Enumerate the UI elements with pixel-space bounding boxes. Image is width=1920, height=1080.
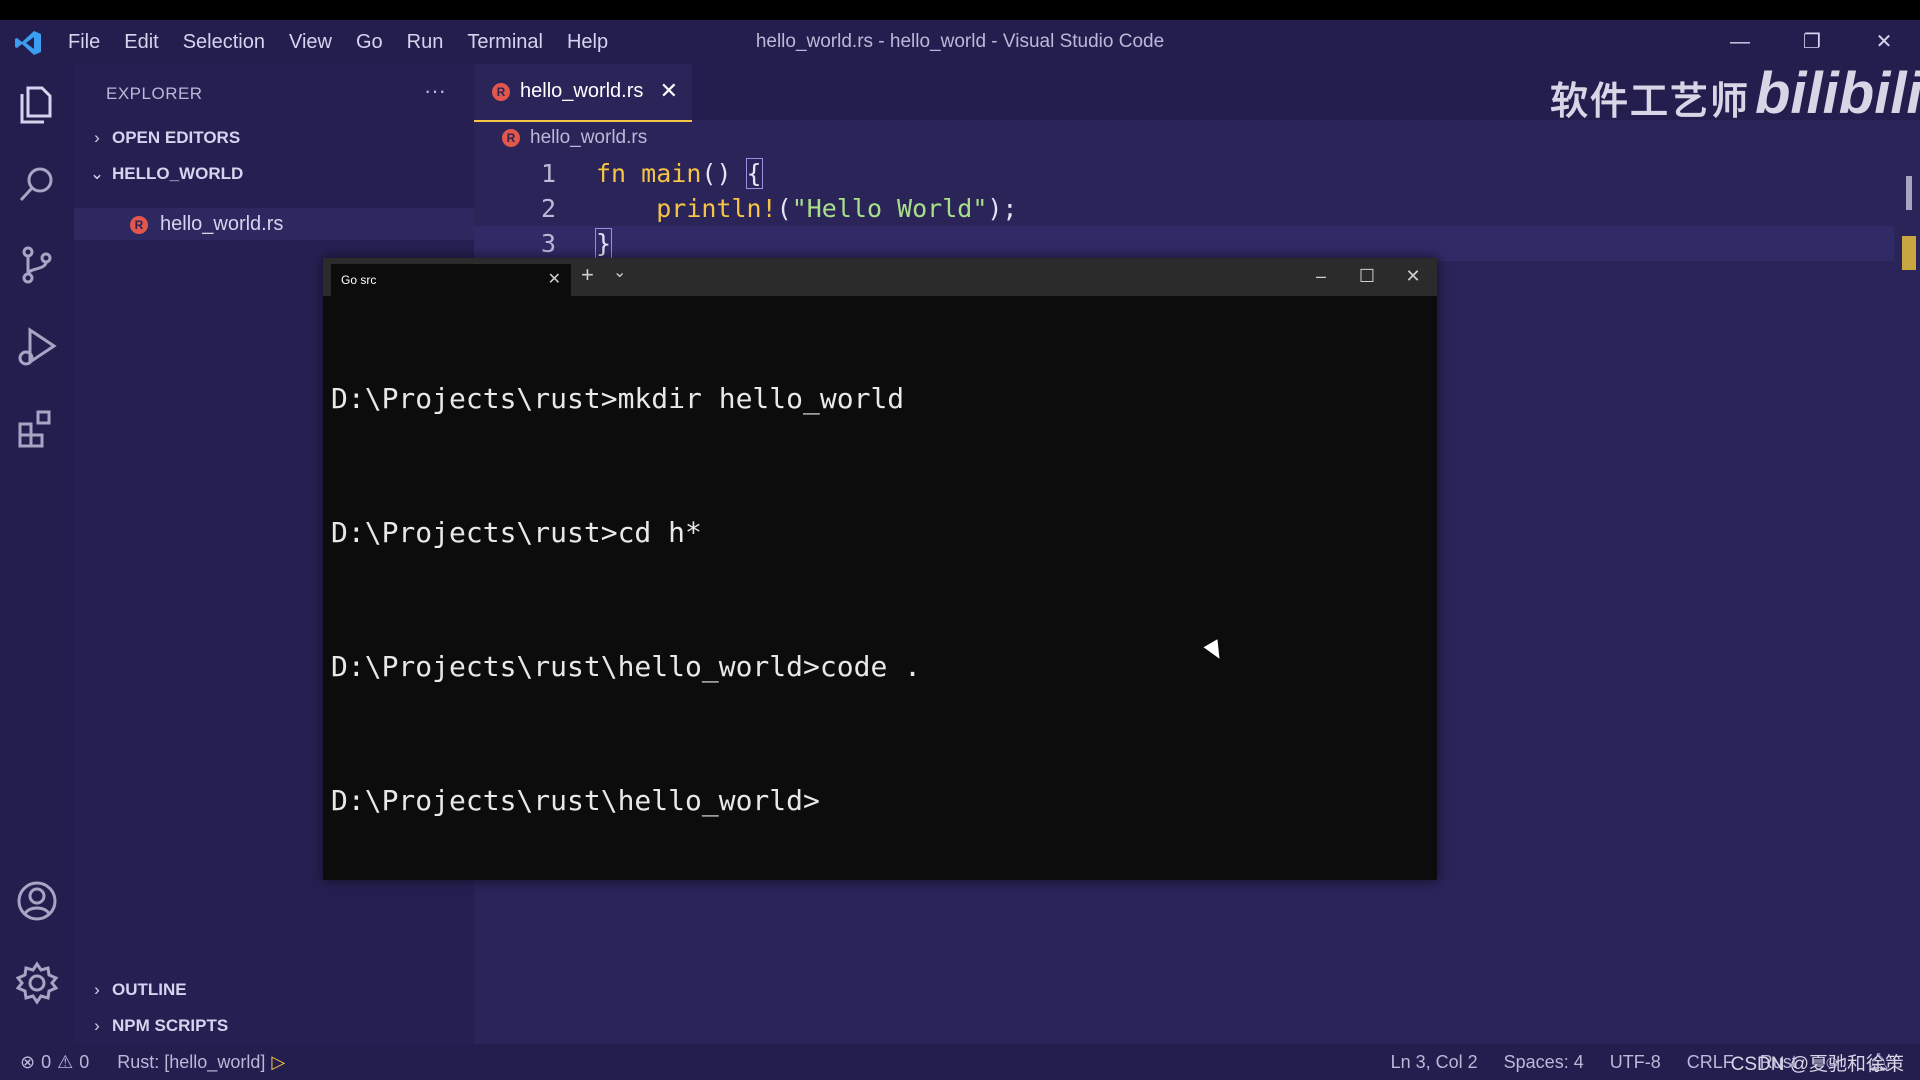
close-window-button[interactable]: ✕ bbox=[1854, 26, 1914, 58]
outline-label: OUTLINE bbox=[112, 980, 187, 999]
explorer-icon[interactable] bbox=[14, 82, 60, 128]
menu-bar: File Edit Selection View Go Run Terminal… bbox=[56, 20, 620, 64]
terminal-tab[interactable]: Go src ✕ bbox=[331, 264, 571, 296]
rust-file-icon: R bbox=[492, 82, 510, 101]
restore-button[interactable]: ❐ bbox=[1782, 26, 1842, 58]
menu-run[interactable]: Run bbox=[395, 31, 456, 54]
new-tab-icon[interactable]: + bbox=[581, 262, 594, 288]
terminal-line: D:\Projects\rust>mkdir hello_world bbox=[331, 382, 905, 415]
punctuation-token: ( bbox=[776, 194, 792, 223]
menu-view[interactable]: View bbox=[277, 31, 344, 54]
line-number: 3 bbox=[540, 229, 556, 258]
chevron-right-icon: › bbox=[94, 980, 100, 999]
chevron-down-icon[interactable]: ⌄ bbox=[613, 262, 626, 282]
account-icon[interactable] bbox=[14, 878, 60, 924]
menu-edit[interactable]: Edit bbox=[112, 31, 170, 54]
terminal-tab-label: Go src bbox=[341, 273, 377, 287]
cursor-position[interactable]: Ln 3, Col 2 bbox=[1391, 1044, 1478, 1080]
keyword-token: fn bbox=[596, 159, 627, 188]
terminal-line: D:\Projects\rust>cd h* bbox=[331, 516, 702, 549]
run-debug-icon[interactable] bbox=[14, 324, 60, 370]
terminal-output[interactable]: D:\Projects\rust>mkdir hello_world D:\Pr… bbox=[331, 316, 921, 918]
tab-label: hello_world.rs bbox=[520, 80, 644, 102]
explorer-title: EXPLORER bbox=[106, 84, 203, 103]
menu-terminal[interactable]: Terminal bbox=[455, 31, 555, 54]
breadcrumb[interactable]: Rhello_world.rs bbox=[474, 120, 647, 156]
npm-scripts-label: NPM SCRIPTS bbox=[112, 1016, 229, 1035]
function-name-token: main bbox=[641, 159, 702, 188]
tab-hello-world[interactable]: Rhello_world.rs ✕ bbox=[474, 64, 692, 122]
close-tab-icon[interactable]: ✕ bbox=[548, 264, 561, 296]
warning-count[interactable]: 0 bbox=[79, 1044, 89, 1080]
activity-bar bbox=[0, 64, 74, 1044]
indentation[interactable]: Spaces: 4 bbox=[1504, 1044, 1584, 1080]
code-line: 2 println!("Hello World"); bbox=[474, 191, 1894, 226]
search-icon[interactable] bbox=[14, 162, 60, 208]
line-number: 1 bbox=[540, 159, 556, 188]
file-item-hello-world[interactable]: Rhello_world.rs bbox=[74, 208, 474, 240]
brace-token: } bbox=[594, 228, 613, 259]
channel-watermark: 软件工艺师 bbox=[1550, 81, 1751, 123]
menu-go[interactable]: Go bbox=[344, 31, 395, 54]
punctuation-token: ); bbox=[987, 194, 1018, 223]
open-editors-section[interactable]: › OPEN EDITORS bbox=[74, 122, 474, 154]
terminal-window: Go src ✕ + ⌄ – ☐ ✕ D:\Projects\rust>mkdi… bbox=[323, 258, 1437, 880]
close-tab-icon[interactable]: ✕ bbox=[660, 64, 678, 118]
menu-selection[interactable]: Selection bbox=[171, 31, 277, 54]
scrollbar-cursor-marker bbox=[1902, 236, 1916, 270]
code-line: 1 fn main() { bbox=[474, 156, 1894, 191]
scrollbar-marker[interactable] bbox=[1906, 176, 1912, 210]
chevron-right-icon: › bbox=[94, 128, 100, 147]
breadcrumb-file: hello_world.rs bbox=[530, 127, 648, 148]
status-left: ⊗ 0 ⚠ 0 Rust: [hello_world] ▷ bbox=[20, 1044, 285, 1080]
project-label: HELLO_WORLD bbox=[112, 164, 244, 183]
rust-file-icon: R bbox=[502, 128, 520, 147]
chevron-right-icon: › bbox=[94, 1016, 100, 1035]
menu-file[interactable]: File bbox=[56, 31, 112, 54]
brace-token: { bbox=[745, 158, 763, 189]
line-ending[interactable]: CRLF bbox=[1687, 1044, 1734, 1080]
npm-scripts-section[interactable]: › NPM SCRIPTS bbox=[74, 1010, 474, 1042]
outline-section[interactable]: › OUTLINE bbox=[74, 974, 474, 1006]
error-icon[interactable]: ⊗ bbox=[20, 1044, 35, 1080]
terminal-close-button[interactable]: ✕ bbox=[1393, 258, 1433, 296]
task-status[interactable]: Rust: [hello_world] bbox=[117, 1044, 265, 1080]
file-name: hello_world.rs bbox=[160, 213, 284, 235]
warning-icon[interactable]: ⚠ bbox=[57, 1044, 73, 1080]
punctuation-token: () bbox=[701, 159, 747, 188]
menu-help[interactable]: Help bbox=[555, 31, 620, 54]
project-section[interactable]: ⌄ HELLO_WORLD bbox=[74, 158, 474, 190]
open-editors-label: OPEN EDITORS bbox=[112, 128, 241, 147]
terminal-maximize-button[interactable]: ☐ bbox=[1347, 258, 1387, 296]
chevron-down-icon: ⌄ bbox=[89, 164, 105, 183]
status-bar: ⊗ 0 ⚠ 0 Rust: [hello_world] ▷ Ln 3, Col 2 … bbox=[0, 1044, 1920, 1080]
bilibili-logo: bilibili bbox=[1755, 61, 1920, 126]
terminal-minimize-button[interactable]: – bbox=[1301, 258, 1341, 296]
play-icon[interactable]: ▷ bbox=[271, 1044, 285, 1080]
macro-token: println! bbox=[656, 194, 777, 223]
settings-gear-icon[interactable] bbox=[14, 960, 60, 1006]
code-editor[interactable]: 1 fn main() { 2 println!("Hello World"); … bbox=[474, 156, 1894, 261]
terminal-title-bar: Go src ✕ + ⌄ – ☐ ✕ bbox=[323, 258, 1437, 296]
title-bar: File Edit Selection View Go Run Terminal… bbox=[0, 20, 1920, 64]
line-number: 2 bbox=[540, 194, 556, 223]
terminal-line: D:\Projects\rust\hello_world>code . bbox=[331, 650, 922, 683]
vscode-logo-icon bbox=[15, 31, 41, 55]
code-line-current: 3} bbox=[474, 226, 1894, 261]
terminal-line: D:\Projects\rust\hello_world> bbox=[331, 784, 820, 817]
encoding[interactable]: UTF-8 bbox=[1610, 1044, 1661, 1080]
extensions-icon[interactable] bbox=[14, 406, 60, 452]
source-control-icon[interactable] bbox=[14, 242, 60, 288]
string-token: "Hello World" bbox=[791, 194, 988, 223]
minimize-button[interactable]: — bbox=[1710, 26, 1770, 58]
csdn-credit: CSDN @夏驰和徐策 bbox=[1730, 1054, 1904, 1075]
more-actions-icon[interactable]: ··· bbox=[424, 78, 446, 104]
error-count[interactable]: 0 bbox=[41, 1044, 51, 1080]
rust-file-icon: R bbox=[130, 215, 148, 234]
